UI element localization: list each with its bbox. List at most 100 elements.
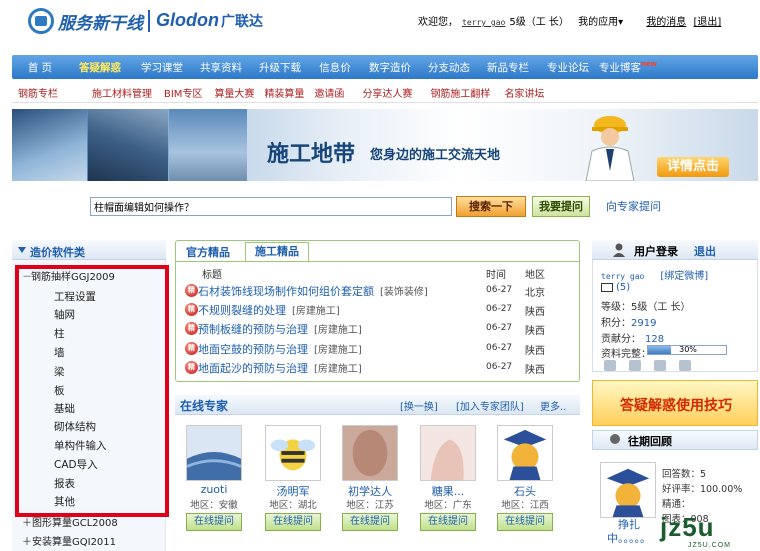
service-logo-icon [28, 8, 54, 34]
question-link[interactable]: 石材装饰线现场制作如何组价套定额 [装饰装修] [198, 283, 428, 299]
glodon-logo-en: Glodon [156, 10, 219, 30]
usage-tips-banner[interactable]: 答疑解惑使用技巧 [592, 380, 758, 426]
subnav-lectures[interactable]: 名家讲坛 [504, 85, 544, 100]
banner-details-button[interactable]: 详情点击 [657, 157, 729, 177]
logout-link[interactable]: [退出] [694, 17, 722, 28]
ask-expert-link[interactable]: 向专家提问 [606, 198, 661, 214]
tab-construction[interactable]: 施工精品 [245, 242, 309, 262]
category-gqi2011[interactable]: ＋安装算量GQI2011 [22, 533, 116, 548]
review-username[interactable]: 挣扎中。。。。。 [600, 518, 658, 546]
nav-learning[interactable]: 学习课堂 [132, 60, 192, 75]
question-time: 06-27 [486, 285, 513, 295]
question-link[interactable]: 地面空鼓的预防与治理 [房建施工] [198, 341, 362, 357]
ask-online-button[interactable]: 在线提问 [186, 513, 242, 531]
header-username[interactable]: terry gao [462, 18, 505, 27]
nav-digital-cost[interactable]: 数字造价 [360, 60, 420, 75]
question-tag: [房建施工] [314, 364, 362, 375]
expand-icon[interactable]: ＋ [22, 518, 32, 529]
question-tag: [房建施工] [314, 345, 362, 356]
category-gcl2008[interactable]: ＋图形算量GCL2008 [22, 514, 118, 529]
subnav-contest[interactable]: 算量大赛 [214, 85, 254, 100]
expert-avatar[interactable] [342, 425, 398, 481]
watermark-text: jz5u [660, 512, 715, 542]
question-link[interactable]: 地面起沙的预防与治理 [房建施工] [198, 360, 362, 376]
question-region: 陕西 [525, 307, 545, 318]
expert-region: 地区：安徽 [190, 500, 238, 511]
tab-official[interactable]: 官方精品 [186, 244, 230, 260]
expert-region: 地区：广东 [424, 500, 472, 511]
expert-avatar[interactable] [497, 425, 553, 481]
question-region: 陕西 [525, 365, 545, 376]
ask-online-button[interactable]: 在线提问 [265, 513, 321, 531]
nav-blog[interactable]: 专业博客new [598, 60, 658, 75]
question-link[interactable]: 预制板缝的预防与治理 [房建施工] [198, 321, 362, 337]
site-header: 服务新干线 Glodon 广联达 欢迎您， terry gao 5级（工 长） 我的应… [0, 0, 760, 48]
subnav-fine-calc[interactable]: 精装算量 [264, 85, 304, 100]
nav-share[interactable]: 共享资料 [192, 60, 250, 75]
nav-qa[interactable]: 答疑解惑 [68, 60, 132, 75]
service-logo[interactable]: 服务新干线 [28, 5, 148, 37]
header-level: 5级（工 长） [509, 17, 569, 28]
subnav-bim[interactable]: BIM专区 [164, 85, 202, 100]
search-input[interactable] [90, 197, 452, 216]
question-time: 06-27 [486, 343, 513, 353]
ask-question-button[interactable]: 我要提问 [532, 196, 590, 217]
expert-name[interactable]: zuoti [178, 483, 250, 496]
glodon-logo-cn: 广联达 [220, 13, 263, 29]
expert-avatar[interactable] [420, 425, 476, 481]
refresh-experts-link[interactable]: [换一换] [400, 398, 438, 413]
trophy-icon[interactable] [654, 360, 666, 371]
profile-progress-text: 30% [679, 345, 697, 354]
subnav-rebar-layout[interactable]: 钢筋施工翻样 [430, 85, 490, 100]
search-button[interactable]: 搜索一下 [456, 196, 526, 217]
points-value: 2919 [631, 318, 657, 329]
clock-icon [610, 434, 620, 444]
join-experts-link[interactable]: [加入专家团队] [456, 398, 524, 413]
logo-divider [148, 10, 150, 32]
usage-tips-text: 答疑解惑使用技巧 [620, 398, 732, 414]
nav-branch-news[interactable]: 分支动态 [420, 60, 478, 75]
my-messages-link[interactable]: 我的消息 [646, 17, 686, 28]
ask-online-button[interactable]: 在线提问 [420, 513, 476, 531]
site-watermark: jz5u JZ5U.COM [660, 512, 730, 549]
nav-download[interactable]: 升级下载 [250, 60, 310, 75]
subnav-share-contest[interactable]: 分享达人赛 [362, 85, 412, 100]
ask-online-button[interactable]: 在线提问 [497, 513, 553, 531]
mail-count[interactable]: (5) [616, 282, 630, 293]
ask-online-button[interactable]: 在线提问 [342, 513, 398, 531]
mail-icon[interactable] [601, 282, 613, 292]
bind-weibo-link[interactable]: [绑定微博] [660, 271, 708, 282]
profile-label[interactable]: 资料完整： [601, 345, 651, 360]
nav-price-info[interactable]: 信息价 [310, 60, 360, 75]
nav-forum[interactable]: 专业论坛 [538, 60, 598, 75]
my-apps-menu[interactable]: 我的应用▾ [578, 17, 623, 28]
review-avatar[interactable] [600, 462, 656, 518]
expand-icon[interactable]: ＋ [22, 537, 32, 548]
promo-banner[interactable]: 施工地带 您身边的施工交流天地 详情点击 [12, 109, 758, 181]
subnav-invitation[interactable]: 邀请函 [314, 85, 344, 100]
question-row: 精 石材装饰线现场制作如何组价套定额 [装饰装修] 06-27 北京 [185, 283, 575, 301]
expert-region: 地区：湖北 [269, 500, 317, 511]
question-link[interactable]: 不规则裂缝的处理 [房建施工] [198, 302, 340, 318]
triangle-down-icon [18, 247, 26, 253]
welcome-text: 欢迎您， [418, 17, 458, 28]
vip-icon[interactable] [604, 360, 616, 371]
question-title: 石材装饰线现场制作如何组价套定额 [198, 285, 374, 298]
question-row: 精 不规则裂缝的处理 [房建施工] 06-27 陕西 [185, 302, 575, 320]
login-logout-link[interactable]: 退出 [694, 243, 716, 259]
more-experts-link[interactable]: 更多.. [540, 398, 566, 413]
subnav-rebar[interactable]: 钢筋专栏 [18, 85, 58, 100]
glodon-logo[interactable]: Glodon 广联达 [156, 10, 263, 31]
question-region: 陕西 [525, 326, 545, 337]
login-username[interactable]: terry gao [601, 272, 644, 281]
subnav-materials[interactable]: 施工材料管理 [92, 85, 152, 100]
phone-icon[interactable] [629, 360, 641, 371]
nav-new-products[interactable]: 新品专栏 [478, 60, 538, 75]
expert-avatar[interactable] [265, 425, 321, 481]
question-time: 06-27 [486, 362, 513, 372]
nav-home[interactable]: 首 页 [12, 60, 68, 75]
settings-icon[interactable] [679, 360, 691, 371]
expert-avatar[interactable] [186, 425, 242, 481]
question-region: 北京 [525, 288, 545, 299]
expert-card: 糖果... 地区：广东 在线提问 [412, 423, 484, 533]
